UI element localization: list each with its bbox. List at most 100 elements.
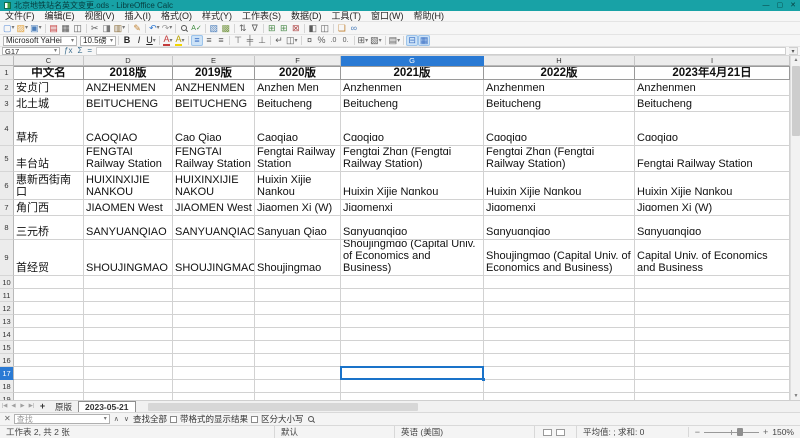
cell-F12[interactable] [255,302,341,315]
cell-E2[interactable]: ANZHENMEN [173,80,255,96]
cell-D7[interactable]: JIAOMEN West [84,200,173,216]
menu-item-0[interactable]: 文件(F) [0,11,40,22]
cell-F13[interactable] [255,315,341,328]
cell-H1[interactable]: 2022版 [484,66,635,80]
cell-G2[interactable]: Anzhenmen [341,80,484,96]
row-header-16[interactable]: 16 [0,354,14,367]
cell-H4[interactable]: Cɑoqiɑo [484,112,635,146]
cell-C2[interactable]: 安贞门 [14,80,84,96]
cell-I9[interactable]: Capital Univ. of Economics and Business [635,240,790,276]
cell-F3[interactable]: Beitucheng [255,96,341,112]
cell-G14[interactable] [341,328,484,341]
cell-D14[interactable] [84,328,173,341]
menu-item-9[interactable]: 窗口(W) [366,11,409,22]
insert-column-button[interactable]: ⊞ [278,23,290,34]
redo-button[interactable]: ↷▾ [161,23,174,34]
close-find-bar-icon[interactable]: ✕ [4,415,11,423]
cell-D6[interactable]: HUIXINXIJIE NANKOU [84,172,173,200]
align-left-button[interactable]: ≡ [191,35,203,46]
background-color-button[interactable]: ▧▾ [369,35,383,46]
cell-E4[interactable]: Cao Qiao [173,112,255,146]
cell-E17[interactable] [173,367,255,380]
cell-I1[interactable]: 2023年4月21日 [635,66,790,80]
cell-E8[interactable]: SANYUANQIAO [173,216,255,240]
cell-F14[interactable] [255,328,341,341]
wrap-text-button[interactable]: ↵ [273,35,285,46]
cell-C10[interactable] [14,276,84,289]
cell-G12[interactable] [341,302,484,315]
cell-D4[interactable]: CAOQIAO [84,112,173,146]
cell-H8[interactable]: Sɑnyuɑnqiɑo [484,216,635,240]
cell-D2[interactable]: ANZHENMEN [84,80,173,96]
cell-G15[interactable] [341,341,484,354]
cell-I6[interactable]: Huixin Xijie Nɑnkou [635,172,790,200]
cell-D12[interactable] [84,302,173,315]
cell-I11[interactable] [635,289,790,302]
row-header-8[interactable]: 8 [0,216,14,240]
column-header-F[interactable]: F [255,56,341,66]
column-header-C[interactable]: C [14,56,84,66]
cell-E10[interactable] [173,276,255,289]
cell-F5[interactable]: Fengtai Railway Station [255,146,341,172]
cell-C6[interactable]: 惠新西街南口 [14,172,84,200]
select-all-corner[interactable] [0,56,14,66]
find-input[interactable]: 查找 ▾ [14,414,110,424]
undo-button[interactable]: ↶▾ [148,23,161,34]
find-next-button[interactable]: ∨ [123,416,130,423]
align-bottom-button[interactable]: ⊥ [256,35,268,46]
expand-formula-bar-icon[interactable]: ▾ [789,47,798,55]
row-header-18[interactable]: 18 [0,380,14,393]
cell-E7[interactable]: JIAOMEN West [173,200,255,216]
cell-I2[interactable]: Anzhenmen [635,80,790,96]
cell-C1[interactable]: 中文名 [14,66,84,80]
insert-row-button[interactable]: ⊞ [266,23,278,34]
row-header-11[interactable]: 11 [0,289,14,302]
row-header-3[interactable]: 3 [0,96,14,112]
cell-D10[interactable] [84,276,173,289]
open-file-button[interactable]: ▨▾ [16,23,30,34]
italic-button[interactable]: I [133,35,145,46]
cell-E13[interactable] [173,315,255,328]
menu-item-6[interactable]: 工作表(S) [237,11,286,22]
cell-G16[interactable] [341,354,484,367]
cell-I10[interactable] [635,276,790,289]
print-button[interactable]: ▦ [60,23,72,34]
delete-cells-button[interactable]: ⊠ [290,23,302,34]
cell-H7[interactable]: Jiɑomenxi [484,200,635,216]
cell-F10[interactable] [255,276,341,289]
column-header-D[interactable]: D [84,56,173,66]
spelling-button[interactable]: A✓ [190,23,203,34]
cell-I14[interactable] [635,328,790,341]
cell-D18[interactable] [84,380,173,393]
cell-I8[interactable]: Sɑnyuɑnqiɑo [635,216,790,240]
cell-I13[interactable] [635,315,790,328]
column-header-E[interactable]: E [173,56,255,66]
cell-I15[interactable] [635,341,790,354]
menu-item-7[interactable]: 数据(D) [286,11,327,22]
scroll-down-icon[interactable]: ▼ [791,392,800,400]
cell-H13[interactable] [484,315,635,328]
minimize-button[interactable]: — [763,2,770,9]
find-previous-button[interactable]: ∧ [113,416,120,423]
cell-G17[interactable] [341,367,484,380]
cell-G6[interactable]: Huixin Xijie Nɑnkou [341,172,484,200]
equals-icon[interactable]: = [86,47,93,55]
align-right-button[interactable]: ≡ [215,35,227,46]
cell-E9[interactable]: SHOUJINGMAO [173,240,255,276]
freeze-panes-button[interactable]: ◧ [307,23,319,34]
row-header-12[interactable]: 12 [0,302,14,315]
cell-H5[interactable]: Fengtɑi Zhɑn (Fengtɑi Railway Station) [484,146,635,172]
copy-button[interactable]: ◨ [101,23,113,34]
insert-image-button[interactable]: ▩ [220,23,232,34]
cell-F15[interactable] [255,341,341,354]
font-color-button[interactable]: A▾ [162,35,174,46]
bold-button[interactable]: B [121,35,133,46]
hyperlink-button[interactable]: ∞ [348,23,360,34]
cell-H6[interactable]: Huixin Xijie Nɑnkou [484,172,635,200]
cell-E14[interactable] [173,328,255,341]
column-header-I[interactable]: I [635,56,790,66]
cell-C9[interactable]: 首经贸 [14,240,84,276]
merge-cells-button[interactable]: ◫▾ [285,35,299,46]
page-style-status[interactable]: 默认 [275,426,395,438]
cell-C11[interactable] [14,289,84,302]
